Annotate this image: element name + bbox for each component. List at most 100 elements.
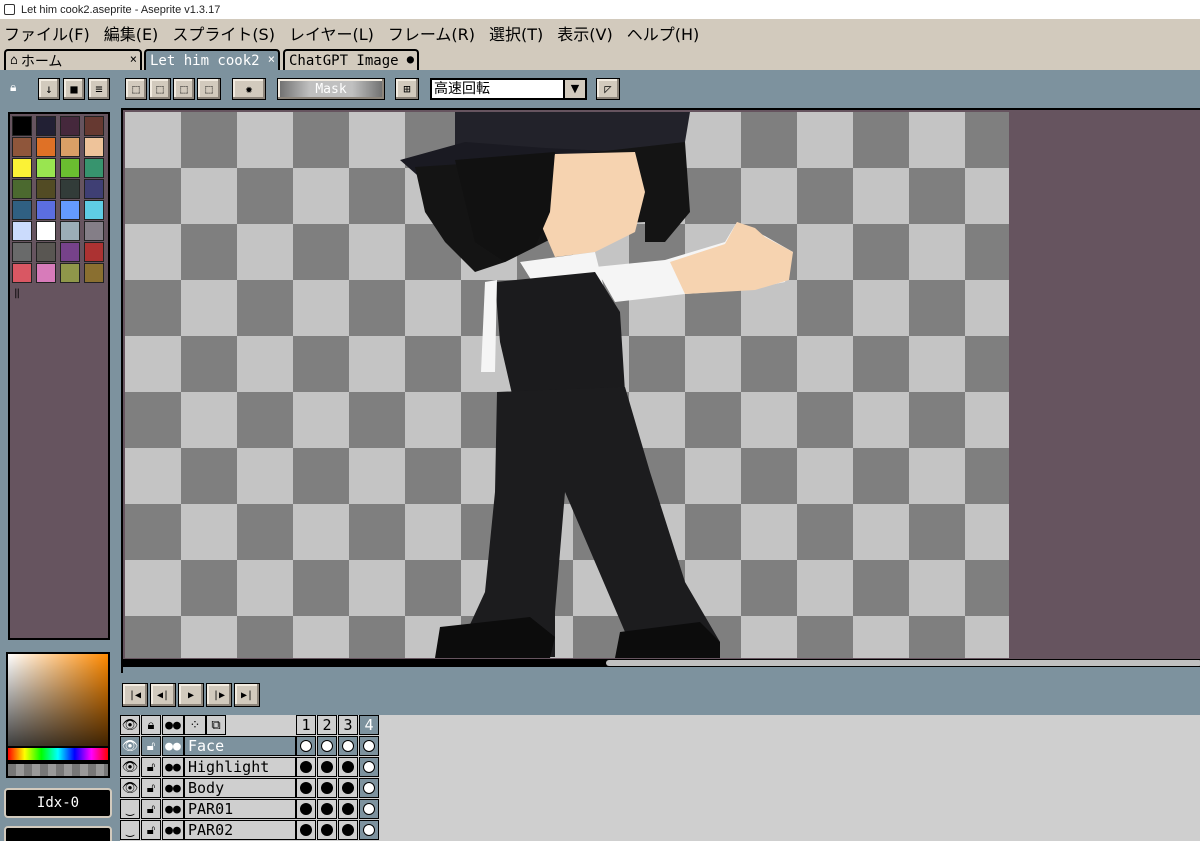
layer-name[interactable]: Face bbox=[184, 736, 296, 756]
menu-select[interactable]: 選択(T) bbox=[489, 21, 543, 45]
frame-header-2[interactable]: 2 bbox=[317, 715, 337, 735]
tab-let-him-cook[interactable]: Let him cook2 × bbox=[144, 49, 280, 70]
frame-header-4[interactable]: 4 bbox=[359, 715, 379, 735]
layer-row[interactable]: 👁︎ 🔓︎ ●● Face bbox=[120, 736, 380, 757]
cel[interactable] bbox=[338, 757, 358, 777]
palette-swatch[interactable] bbox=[60, 221, 80, 241]
palette-swatch[interactable] bbox=[36, 200, 56, 220]
palette-swatch[interactable] bbox=[12, 221, 32, 241]
last-frame-button[interactable]: ▶| bbox=[234, 683, 260, 707]
chevron-down-icon[interactable]: ▼ bbox=[563, 78, 587, 100]
eye-closed-icon[interactable]: ‿ bbox=[120, 799, 140, 819]
cel[interactable] bbox=[359, 757, 379, 777]
palette-swatch[interactable] bbox=[84, 200, 104, 220]
menu-file[interactable]: ファイル(F) bbox=[4, 21, 90, 45]
palette-swatch[interactable] bbox=[84, 137, 104, 157]
layer-row[interactable]: 👁︎ 🔓︎ ●● Body bbox=[120, 778, 380, 799]
palette-swatch[interactable] bbox=[12, 263, 32, 283]
palette-presets-button[interactable]: ■ bbox=[63, 78, 85, 100]
transform-icon[interactable]: ◸ bbox=[596, 78, 620, 100]
lock-icon[interactable]: 🔒︎ bbox=[10, 80, 16, 95]
tab-chatgpt-image[interactable]: ChatGPT Image ● bbox=[283, 49, 419, 70]
layer-row[interactable]: 👁︎ 🔓︎ ●● Highlight bbox=[120, 757, 380, 778]
cel-link-icon[interactable]: ⧉ bbox=[206, 715, 226, 735]
palette-swatch[interactable] bbox=[12, 137, 32, 157]
play-button[interactable]: ▶ bbox=[178, 683, 204, 707]
cel[interactable] bbox=[296, 778, 316, 798]
continuous-icon[interactable]: ●● bbox=[162, 799, 184, 819]
cel[interactable] bbox=[338, 799, 358, 819]
transparent-color-button[interactable]: ✹ bbox=[232, 78, 266, 100]
continuous-icon[interactable]: ●● bbox=[162, 778, 184, 798]
palette-swatch[interactable] bbox=[12, 200, 32, 220]
eye-icon[interactable]: 👁︎ bbox=[120, 736, 140, 756]
layer-name[interactable]: PAR01 bbox=[184, 799, 296, 819]
layer-group-icon[interactable]: ⁘ bbox=[184, 715, 206, 735]
selection-replace-icon[interactable]: ⬚ bbox=[125, 78, 147, 100]
cel[interactable] bbox=[359, 778, 379, 798]
palette-swatch[interactable] bbox=[12, 116, 32, 136]
cel[interactable] bbox=[359, 820, 379, 840]
frame-header-3[interactable]: 3 bbox=[338, 715, 358, 735]
next-frame-button[interactable]: |▶ bbox=[206, 683, 232, 707]
cel[interactable] bbox=[317, 736, 337, 756]
palette-swatch[interactable] bbox=[60, 116, 80, 136]
cel[interactable] bbox=[317, 757, 337, 777]
cel[interactable] bbox=[317, 799, 337, 819]
palette-swatch[interactable] bbox=[84, 242, 104, 262]
cel[interactable] bbox=[296, 820, 316, 840]
palette-swatch[interactable] bbox=[84, 116, 104, 136]
menu-layer[interactable]: レイヤー(L) bbox=[289, 21, 374, 45]
palette-swatch[interactable] bbox=[12, 158, 32, 178]
eye-closed-icon[interactable]: ‿ bbox=[120, 820, 140, 840]
unlock-icon[interactable]: 🔓︎ bbox=[141, 736, 161, 756]
palette-swatch[interactable] bbox=[36, 179, 56, 199]
sprite-canvas[interactable] bbox=[125, 112, 1009, 658]
first-frame-button[interactable]: |◀ bbox=[122, 683, 148, 707]
menu-view[interactable]: 表示(V) bbox=[557, 21, 612, 45]
palette-swatch[interactable] bbox=[60, 263, 80, 283]
palette-swatch[interactable] bbox=[84, 179, 104, 199]
pivot-icon[interactable]: ⊞ bbox=[395, 78, 419, 100]
palette-swatch[interactable] bbox=[12, 179, 32, 199]
selection-add-icon[interactable]: ⬚ bbox=[149, 78, 171, 100]
palette-swatch[interactable] bbox=[84, 221, 104, 241]
canvas-horizontal-scrollbar[interactable] bbox=[123, 659, 1200, 667]
palette-sort-button[interactable]: ↓ bbox=[38, 78, 60, 100]
palette-swatch[interactable] bbox=[36, 137, 56, 157]
selection-subtract-icon[interactable]: ⬚ bbox=[173, 78, 195, 100]
unlock-icon[interactable]: 🔓︎ bbox=[141, 778, 161, 798]
palette-swatch[interactable] bbox=[60, 137, 80, 157]
unlock-icon[interactable]: 🔓︎ bbox=[141, 757, 161, 777]
cel[interactable] bbox=[296, 736, 316, 756]
cel[interactable] bbox=[359, 736, 379, 756]
selection-intersect-icon[interactable]: ⬚ bbox=[197, 78, 221, 100]
palette-swatch[interactable] bbox=[36, 242, 56, 262]
layer-name[interactable]: PAR02 bbox=[184, 820, 296, 840]
cel[interactable] bbox=[359, 799, 379, 819]
lock-icon[interactable]: 🔒︎ bbox=[141, 715, 161, 735]
mask-color-button[interactable]: Mask bbox=[277, 78, 385, 100]
palette-options-button[interactable]: ≡ bbox=[88, 78, 110, 100]
palette-swatch[interactable] bbox=[36, 116, 56, 136]
unlock-icon[interactable]: 🔓︎ bbox=[141, 820, 161, 840]
eye-icon[interactable]: 👁︎ bbox=[120, 778, 140, 798]
continuous-icon[interactable]: ●● bbox=[162, 757, 184, 777]
palette-swatch[interactable] bbox=[84, 263, 104, 283]
palette-swatch[interactable] bbox=[36, 263, 56, 283]
layer-row[interactable]: ‿ 🔓︎ ●● PAR02 bbox=[120, 820, 380, 841]
layer-name[interactable]: Highlight bbox=[184, 757, 296, 777]
tab-close-icon[interactable]: × bbox=[268, 52, 275, 66]
palette-swatch[interactable] bbox=[60, 242, 80, 262]
tab-home[interactable]: ⌂ ホーム × bbox=[4, 49, 142, 70]
color-index-indicator[interactable]: Idx-0 bbox=[4, 788, 112, 818]
continuous-icon[interactable]: ●● bbox=[162, 736, 184, 756]
palette-resize-handle[interactable]: ‖ bbox=[14, 288, 20, 299]
cel[interactable] bbox=[296, 799, 316, 819]
tab-modified-icon[interactable]: ● bbox=[407, 52, 414, 66]
palette-swatch[interactable] bbox=[36, 221, 56, 241]
frame-header-1[interactable]: 1 bbox=[296, 715, 316, 735]
palette-swatch[interactable] bbox=[84, 158, 104, 178]
cel[interactable] bbox=[317, 778, 337, 798]
palette-swatch[interactable] bbox=[12, 242, 32, 262]
